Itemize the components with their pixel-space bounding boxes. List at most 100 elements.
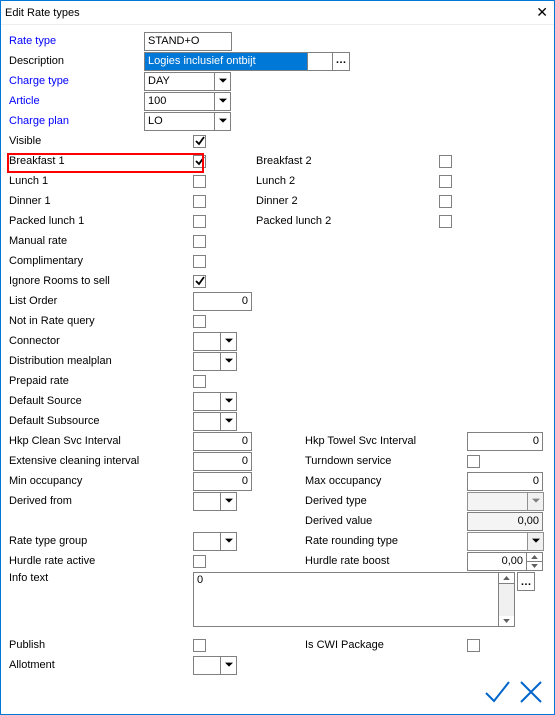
titlebar: Edit Rate types ✕ <box>1 1 554 25</box>
breakfast1-checkbox[interactable] <box>193 155 206 168</box>
breakfast2-checkbox[interactable] <box>439 155 452 168</box>
article-input[interactable] <box>144 92 214 111</box>
chevron-down-icon[interactable] <box>214 92 231 111</box>
label-hurdle-boost: Hurdle rate boost <box>305 555 439 567</box>
charge-plan-input[interactable] <box>144 112 214 131</box>
charge-type-input[interactable] <box>144 72 214 91</box>
label-default-subsource: Default Subsource <box>9 415 144 427</box>
derived-value-input[interactable] <box>467 512 543 531</box>
info-text-browse-button[interactable]: … <box>517 572 535 591</box>
allotment-dropdown[interactable] <box>193 656 237 675</box>
scroll-up-icon[interactable] <box>499 573 514 584</box>
rate-rounding-dropdown[interactable] <box>467 532 544 551</box>
label-publish: Publish <box>9 639 144 651</box>
label-derived-from: Derived from <box>9 495 144 507</box>
allotment-input[interactable] <box>193 656 220 675</box>
label-not-in-rate-query: Not in Rate query <box>9 315 144 327</box>
chevron-down-icon[interactable] <box>214 72 231 91</box>
hurdle-boost-input[interactable] <box>467 552 527 571</box>
lunch2-checkbox[interactable] <box>439 175 452 188</box>
rate-type-group-input[interactable] <box>193 532 220 551</box>
not-in-rate-query-checkbox[interactable] <box>193 315 206 328</box>
chevron-down-icon[interactable] <box>220 532 237 551</box>
complimentary-checkbox[interactable] <box>193 255 206 268</box>
min-occ-input[interactable] <box>193 472 252 491</box>
rate-type-group-dropdown[interactable] <box>193 532 237 551</box>
default-subsource-input[interactable] <box>193 412 220 431</box>
ext-clean-input[interactable] <box>193 452 252 471</box>
prepaid-rate-checkbox[interactable] <box>193 375 206 388</box>
rate-rounding-input[interactable] <box>467 532 527 551</box>
dinner2-checkbox[interactable] <box>439 195 452 208</box>
spin-down-icon[interactable] <box>527 562 542 570</box>
chevron-down-icon[interactable] <box>220 492 237 511</box>
connector-dropdown[interactable] <box>193 332 237 351</box>
hurdle-active-checkbox[interactable] <box>193 555 206 568</box>
article-dropdown[interactable] <box>144 92 231 111</box>
hurdle-boost-spinner[interactable] <box>527 552 543 571</box>
charge-plan-dropdown[interactable] <box>144 112 231 131</box>
label-default-source: Default Source <box>9 395 144 407</box>
chevron-down-icon[interactable] <box>220 656 237 675</box>
hkp-towel-input[interactable] <box>467 432 543 451</box>
label-charge-plan: Charge plan <box>9 115 144 127</box>
label-derived-type: Derived type <box>305 495 439 507</box>
cancel-button[interactable] <box>516 677 546 710</box>
chevron-down-icon[interactable] <box>220 392 237 411</box>
info-text-scrollbar[interactable] <box>499 572 515 627</box>
chevron-down-icon[interactable] <box>220 332 237 351</box>
max-occ-input[interactable] <box>467 472 543 491</box>
description-input[interactable]: Logies inclusief ontbijt <box>144 52 308 71</box>
derived-from-dropdown[interactable] <box>193 492 237 511</box>
manual-rate-checkbox[interactable] <box>193 235 206 248</box>
ok-button[interactable] <box>482 677 512 710</box>
lunch1-checkbox[interactable] <box>193 175 206 188</box>
charge-type-dropdown[interactable] <box>144 72 231 91</box>
rate-type-input[interactable] <box>144 32 232 51</box>
label-visible: Visible <box>9 135 144 147</box>
description-browse-button[interactable]: … <box>332 52 350 71</box>
hkp-clean-input[interactable] <box>193 432 252 451</box>
scroll-down-icon[interactable] <box>499 616 514 626</box>
close-icon[interactable]: ✕ <box>536 4 548 21</box>
label-turndown: Turndown service <box>305 455 439 467</box>
default-source-dropdown[interactable] <box>193 392 237 411</box>
chevron-down-icon[interactable] <box>214 112 231 131</box>
label-description: Description <box>9 55 144 67</box>
label-allotment: Allotment <box>9 659 144 671</box>
dist-mealplan-dropdown[interactable] <box>193 352 237 371</box>
derived-from-input[interactable] <box>193 492 220 511</box>
default-subsource-dropdown[interactable] <box>193 412 237 431</box>
is-cwi-checkbox[interactable] <box>467 639 480 652</box>
form-body: Rate type Description Logies inclusief o… <box>1 25 554 675</box>
label-breakfast2: Breakfast 2 <box>256 155 390 167</box>
label-article: Article <box>9 95 144 107</box>
ignore-rooms-checkbox[interactable] <box>193 275 206 288</box>
label-connector: Connector <box>9 335 144 347</box>
default-source-input[interactable] <box>193 392 220 411</box>
derived-type-dropdown[interactable] <box>467 492 544 511</box>
chevron-down-icon[interactable] <box>527 532 544 551</box>
chevron-down-icon[interactable] <box>220 412 237 431</box>
label-is-cwi: Is CWI Package <box>305 639 439 651</box>
spin-up-icon[interactable] <box>527 553 542 562</box>
publish-checkbox[interactable] <box>193 639 206 652</box>
info-text-input[interactable] <box>193 572 499 627</box>
chevron-down-icon[interactable] <box>527 492 544 511</box>
connector-input[interactable] <box>193 332 220 351</box>
dist-mealplan-input[interactable] <box>193 352 220 371</box>
label-dinner2: Dinner 2 <box>256 195 390 207</box>
packed-lunch2-checkbox[interactable] <box>439 215 452 228</box>
label-info-text: Info text <box>9 572 144 584</box>
dinner1-checkbox[interactable] <box>193 195 206 208</box>
turndown-checkbox[interactable] <box>467 455 480 468</box>
list-order-input[interactable] <box>193 292 252 311</box>
edit-rate-types-window: Edit Rate types ✕ Rate type Description … <box>0 0 555 715</box>
chevron-down-icon[interactable] <box>220 352 237 371</box>
derived-type-input[interactable] <box>467 492 527 511</box>
visible-checkbox[interactable] <box>193 135 206 148</box>
label-ext-clean: Extensive cleaning interval <box>9 455 144 467</box>
label-breakfast1: Breakfast 1 <box>9 155 144 167</box>
packed-lunch1-checkbox[interactable] <box>193 215 206 228</box>
label-prepaid-rate: Prepaid rate <box>9 375 144 387</box>
